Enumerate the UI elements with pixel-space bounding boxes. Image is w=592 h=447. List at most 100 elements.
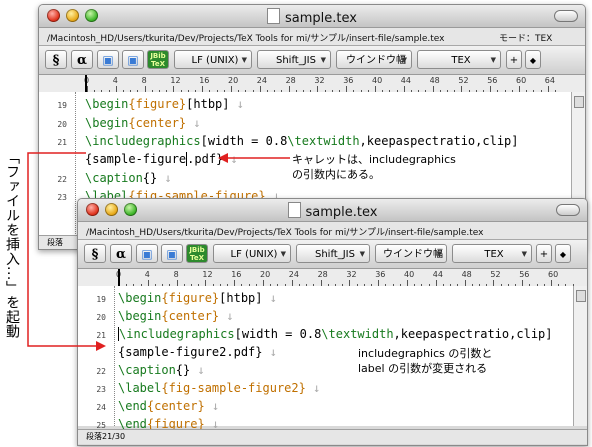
- ruler-number: 60: [516, 76, 527, 85]
- line-number: 24: [96, 403, 106, 412]
- ruler-number: 56: [487, 76, 498, 85]
- path-bar: /Macintosh_HD/Users/tkurita/Dev/Projects…: [78, 222, 587, 240]
- folder2-icon[interactable]: ▣: [161, 244, 183, 263]
- line-number-gutter: [39, 92, 76, 238]
- mode-select[interactable]: TEX ▼: [417, 50, 501, 69]
- ruler-number: 44: [400, 76, 411, 85]
- folder-icon[interactable]: ▣: [97, 50, 119, 69]
- ruler-number: 48: [461, 270, 472, 279]
- jbibtex-button[interactable]: JBib TeX: [147, 50, 169, 69]
- caret-annotation: キャレットは、includegraphics の引数内にある。: [292, 152, 456, 182]
- dropdown-arrow-icon: ▼: [320, 56, 326, 64]
- code-line: \end{center} ↓: [118, 399, 220, 413]
- ruler-caret-marker: [85, 75, 87, 93]
- encoding-value: Shift_JIS: [315, 249, 355, 260]
- mode-select[interactable]: TEX ▼: [452, 244, 532, 263]
- ruler-number: 44: [432, 270, 443, 279]
- toolbar: § α ▣ ▣ JBib TeX LF (UNIX) ▼ Shift_JIS ▼ ウ…: [39, 46, 585, 75]
- ruler-number: 16: [231, 270, 242, 279]
- wrap-select[interactable]: ウインドウ幅 ▼: [375, 244, 447, 263]
- line-number: 21: [96, 331, 106, 340]
- status-bar: 段落21/30: [78, 429, 587, 444]
- encoding-select[interactable]: Shift_JIS ▼: [296, 244, 370, 263]
- code-line: \includegraphics[width = 0.8\textwidth,k…: [85, 134, 519, 148]
- wrap-select[interactable]: ウインドウ幅 ▼: [336, 50, 412, 69]
- section-menu-button[interactable]: §: [45, 50, 67, 69]
- scroll-thumb[interactable]: [574, 96, 584, 108]
- folder-icon[interactable]: ▣: [136, 244, 158, 263]
- folder2-icon[interactable]: ▣: [122, 50, 144, 69]
- dropdown-arrow-icon: ▼: [359, 250, 365, 258]
- toolbar-toggle-button[interactable]: [554, 10, 578, 22]
- ruler-number: 40: [372, 76, 383, 85]
- dropdown-arrow-icon: ▼: [280, 250, 286, 258]
- line-ending-select[interactable]: LF (UNIX) ▼: [213, 244, 291, 263]
- code-line: \label{fig-sample-figure2} ↓: [118, 381, 321, 395]
- ruler-number: 24: [256, 76, 267, 85]
- ruler-number: 56: [519, 270, 530, 279]
- section-menu-button[interactable]: §: [84, 244, 106, 263]
- jbibtex-button[interactable]: JBib TeX: [186, 244, 208, 263]
- line-number: 22: [96, 367, 106, 376]
- ruler-number: 16: [199, 76, 210, 85]
- paragraph-status: 段落21/30: [86, 432, 126, 441]
- dropdown-arrow-icon: ▼: [436, 250, 442, 258]
- ruler-number: 8: [173, 270, 179, 279]
- vertical-scrollbar[interactable]: [573, 286, 587, 426]
- title-bar[interactable]: sample.tex: [78, 199, 587, 222]
- code-line: \caption{} ↓: [85, 171, 172, 185]
- mode-value: TEX: [484, 249, 504, 260]
- line-number: 19: [96, 295, 106, 304]
- title-bar[interactable]: sample.tex: [39, 5, 585, 28]
- add-button[interactable]: +: [536, 244, 552, 263]
- line-number: 20: [96, 313, 106, 322]
- line-ending-value: LF (UNIX): [191, 55, 239, 66]
- ruler-number: 52: [490, 270, 501, 279]
- ruler-number: 52: [458, 76, 469, 85]
- ruler-number: 4: [144, 270, 150, 279]
- line-ending-select[interactable]: LF (UNIX) ▼: [174, 50, 252, 69]
- window-title: sample.tex: [285, 11, 357, 26]
- editor-window-front: sample.tex /Macintosh_HD/Users/tkurita/D…: [77, 198, 588, 446]
- dropdown-arrow-icon: ▼: [241, 56, 247, 64]
- ruler-number: 20: [228, 76, 239, 85]
- mode-value: TEX: [451, 55, 471, 66]
- ruler-number: 36: [375, 270, 386, 279]
- line-number: 22: [57, 175, 67, 184]
- symbol-menu-button[interactable]: α: [71, 50, 93, 69]
- ruler-number: 12: [202, 270, 213, 279]
- document-icon: [287, 202, 301, 218]
- dropdown-arrow-icon: ▼: [401, 56, 407, 64]
- ruler-caret-marker: [118, 269, 120, 287]
- text-editor[interactable]: 19 20 21 22 23 24 25 \begin{figure}[htbp…: [78, 286, 573, 431]
- dropdown-arrow-icon: ▼: [490, 56, 496, 64]
- wrap-value: ウインドウ幅: [346, 55, 406, 66]
- code-line: \includegraphics[width = 0.8\textwidth,k…: [118, 327, 553, 341]
- ruler-number: 28: [285, 76, 296, 85]
- encoding-value: Shift_JIS: [276, 55, 316, 66]
- options-button[interactable]: ◆: [525, 50, 541, 69]
- scroll-thumb[interactable]: [576, 290, 586, 302]
- encoding-select[interactable]: Shift_JIS ▼: [257, 50, 331, 69]
- file-path: /Macintosh_HD/Users/tkurita/Dev/Projects…: [47, 34, 445, 44]
- line-number: 21: [57, 138, 67, 147]
- ruler-number: 20: [260, 270, 271, 279]
- toolbar-toggle-button[interactable]: [556, 204, 580, 216]
- ruler-number: 36: [343, 76, 354, 85]
- line-ending-value: LF (UNIX): [230, 249, 278, 260]
- line-number: 20: [57, 120, 67, 129]
- ruler-number: 32: [346, 270, 357, 279]
- change-annotation-line1: includegraphics の引数と: [358, 347, 493, 360]
- file-path: /Macintosh_HD/Users/tkurita/Dev/Projects…: [86, 228, 484, 238]
- code-line: {sample-figure2.pdf} ↓: [118, 345, 277, 359]
- symbol-menu-button[interactable]: α: [110, 244, 132, 263]
- dropdown-arrow-icon: ▼: [521, 250, 527, 258]
- code-line: \caption{} ↓: [118, 363, 205, 377]
- window-title: sample.tex: [305, 205, 378, 220]
- options-button[interactable]: ◆: [555, 244, 571, 263]
- ruler-number: 8: [141, 76, 147, 85]
- change-annotation: includegraphics の引数と label の引数が変更される: [358, 346, 492, 376]
- caret-annotation-line2: の引数内にある。: [292, 168, 380, 181]
- caret-annotation-line1: キャレットは、includegraphics: [292, 153, 456, 166]
- add-button[interactable]: +: [506, 50, 522, 69]
